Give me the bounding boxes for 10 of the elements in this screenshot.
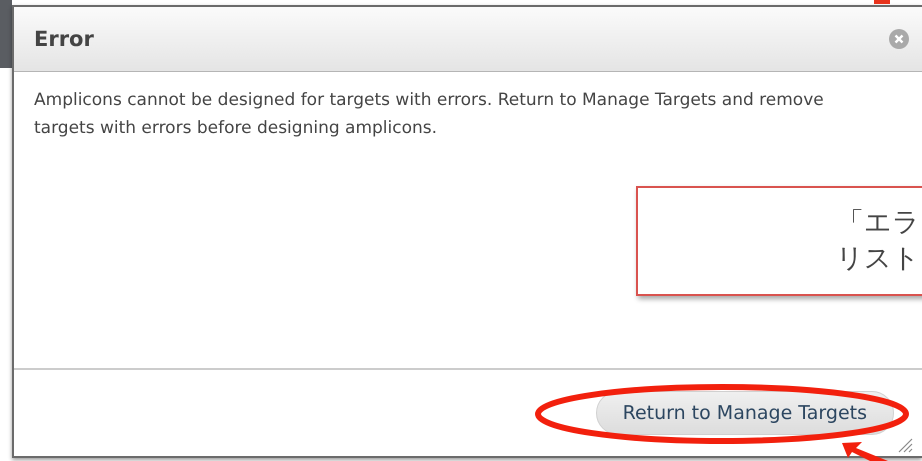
pointer-arrow — [840, 440, 890, 461]
error-message: Amplicons cannot be designed for targets with errors. Return to Manage Targets and remove targets with errors before designing amplicons. — [34, 89, 825, 140]
resize-grip-icon[interactable] — [897, 437, 913, 453]
return-button[interactable]: Return to Manage Targets — [596, 391, 894, 435]
callout-text: 「エラ — [837, 206, 920, 240]
dialog-title: Error — [34, 27, 94, 51]
background-panel — [0, 0, 12, 68]
close-icon[interactable] — [888, 28, 910, 50]
callout-text: リスト — [836, 242, 920, 276]
annotation-mark — [874, 0, 890, 4]
